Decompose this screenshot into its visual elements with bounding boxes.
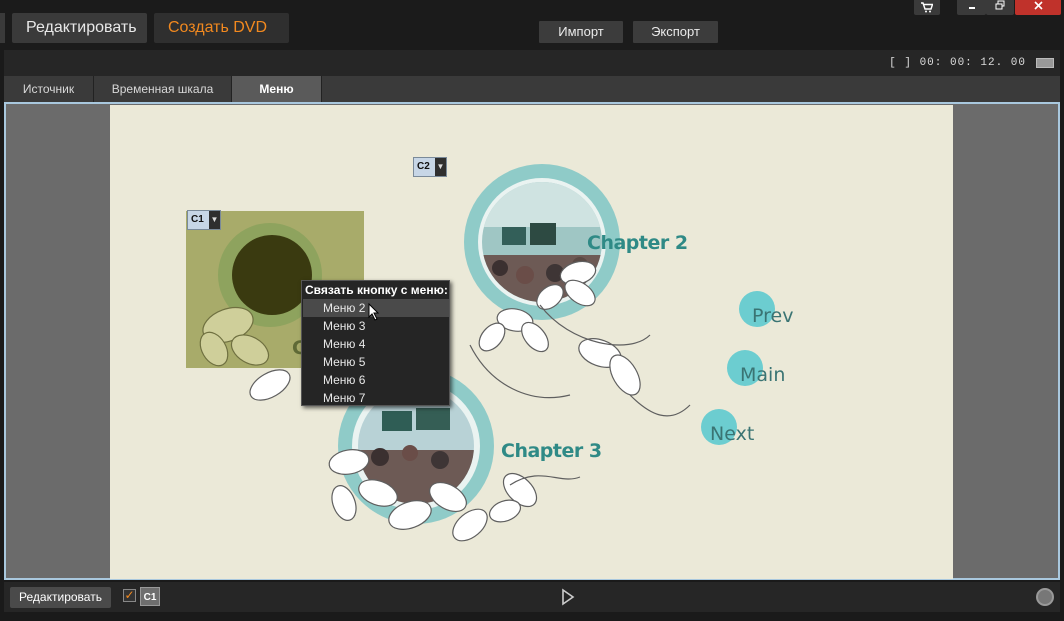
disc-icon[interactable] <box>1036 588 1054 606</box>
mouse-cursor-icon <box>368 303 380 321</box>
cart-icon[interactable] <box>914 0 940 15</box>
timecode-bar: [ ] 00: 00: 12. 00 <box>4 50 1060 76</box>
next-button[interactable]: Next <box>710 423 754 445</box>
link-menu-dropdown: Связать кнопку с меню: Меню 2 Меню 3 Мен… <box>301 280 450 406</box>
chapter-marker-label: C1 <box>191 214 204 225</box>
menu-artwork <box>186 164 775 542</box>
minimize-icon[interactable] <box>957 0 986 15</box>
chapter-3-label[interactable]: Chapter 3 <box>501 440 602 462</box>
export-button[interactable]: Экспорт <box>633 21 718 43</box>
tab-bar: Источник Временная шкала Меню <box>4 76 1060 102</box>
link-menu-title: Связать кнопку с меню: <box>305 283 448 297</box>
close-icon[interactable] <box>1015 0 1061 15</box>
import-button[interactable]: Импорт <box>539 21 623 43</box>
tab-source[interactable]: Источник <box>4 76 94 102</box>
link-menu-item[interactable]: Меню 6 <box>303 371 449 389</box>
restore-icon[interactable] <box>986 0 1014 15</box>
chapter-marker-label: C2 <box>417 161 430 172</box>
checkbox-checked-icon[interactable]: ✓ <box>123 589 136 602</box>
link-menu-item[interactable]: Меню 4 <box>303 335 449 353</box>
prev-button[interactable]: Prev <box>752 305 793 327</box>
play-icon[interactable] <box>561 588 575 606</box>
edit-mode-button[interactable]: Редактировать <box>12 13 147 43</box>
chapter-2-label[interactable]: Chapter 2 <box>587 232 688 254</box>
chapter-badge[interactable]: C1 <box>140 587 160 606</box>
create-dvd-mode-button[interactable]: Создать DVD <box>154 13 289 43</box>
timecode-display: [ ] 00: 00: 12. 00 <box>889 57 1026 69</box>
bottom-toolbar: Редактировать ✓ C1 <box>4 582 1060 612</box>
edit-menu-button[interactable]: Редактировать <box>10 587 111 608</box>
tab-menu[interactable]: Меню <box>232 76 322 102</box>
chevron-down-icon[interactable]: ▼ <box>209 211 220 229</box>
chapter-marker-c2[interactable]: C2 ▼ <box>413 157 447 177</box>
chapter-marker-c1[interactable]: C1 ▼ <box>187 210 221 230</box>
link-menu-item[interactable]: Меню 5 <box>303 353 449 371</box>
aspect-ratio-icon[interactable] <box>1036 58 1054 68</box>
chevron-down-icon[interactable]: ▼ <box>435 158 446 176</box>
title-bar: Редактировать Создать DVD Импорт Экспорт <box>0 0 1064 50</box>
link-menu-item[interactable]: Меню 7 <box>303 389 449 407</box>
left-edge-tab <box>0 13 5 43</box>
main-button[interactable]: Main <box>740 364 785 386</box>
tab-timeline[interactable]: Временная шкала <box>94 76 232 102</box>
dvd-menu-canvas: Chapter 2 Chapter 3 C Prev Main Next <box>110 105 953 579</box>
